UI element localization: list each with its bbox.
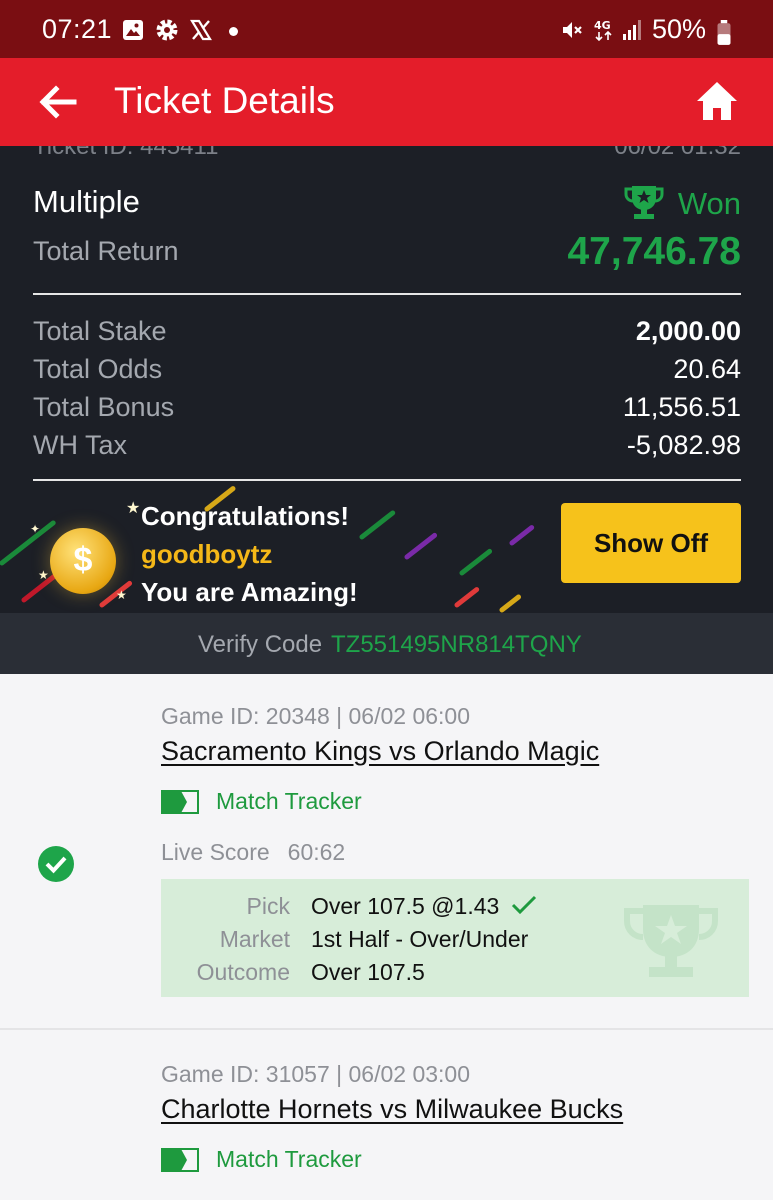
bet-type: Multiple: [33, 184, 140, 219]
verify-code-bar: Verify Code TZ551495NR814TQNY: [0, 613, 773, 674]
pick-value: Over 107.5 @1.43: [311, 893, 537, 920]
match-tracker-icon: [161, 1148, 199, 1172]
verify-label: Verify Code: [198, 631, 323, 658]
confetti-streak: [453, 586, 481, 609]
confetti-streak: [508, 524, 536, 547]
total-return-label: Total Return: [33, 236, 179, 266]
pick-row: Pick Over 107.5 @1.43: [161, 893, 749, 923]
signal-icon: [623, 20, 641, 40]
congrats-banner: ★ ✦ ★ ★ $ Congratulations! goodboytz You…: [0, 484, 773, 613]
ticket-id: Ticket ID: 445411: [33, 146, 219, 160]
selection-card: Game ID: 20348 | 06/02 06:00 Sacramento …: [0, 674, 773, 1030]
divider: [33, 293, 741, 295]
total-odds-row: Total Odds 20.64: [33, 354, 741, 388]
outcome-label: Outcome: [196, 959, 290, 985]
show-off-button[interactable]: Show Off: [561, 503, 741, 583]
ticket-date: 06/02 01:32: [614, 146, 741, 160]
pick-label: Pick: [246, 893, 290, 919]
live-score-value: 60:62: [287, 839, 346, 865]
check-icon: [512, 895, 537, 915]
status-text: Won: [677, 186, 741, 221]
outcome-value: Over 107.5: [311, 959, 425, 985]
match-tracker-link[interactable]: Match Tracker: [161, 1146, 391, 1174]
game-meta: Game ID: 31057 | 06/02 03:00: [161, 1061, 471, 1087]
row-label: Total Bonus: [33, 392, 175, 422]
match-tracker-label: Match Tracker: [216, 788, 362, 814]
check-circle-icon: [38, 846, 74, 882]
sparkle-icon: ★: [116, 588, 127, 602]
row-label: Total Odds: [33, 354, 163, 384]
outcome-row: Outcome Over 107.5: [161, 959, 749, 989]
total-stake-row: Total Stake 2,000.00: [33, 316, 741, 350]
wh-tax-row: WH Tax -5,082.98: [33, 430, 741, 464]
mute-icon: [563, 22, 582, 38]
congrats-title: Congratulations!: [141, 501, 349, 531]
game-meta: Game ID: 20348 | 06/02 06:00: [161, 703, 471, 729]
sparkle-icon: ✦: [30, 522, 41, 536]
coin-symbol: $: [73, 541, 93, 579]
confetti-streak: [498, 593, 523, 613]
ticket-summary: Ticket ID: 445411 06/02 01:32 Multiple W…: [0, 146, 773, 613]
notification-dot: [229, 27, 238, 36]
svg-text:4G: 4G: [594, 19, 611, 32]
status-badge: Won: [624, 184, 741, 222]
confetti-streak: [0, 519, 57, 567]
page-title: Ticket Details: [114, 80, 335, 121]
app-header: Ticket Details: [0, 58, 773, 146]
image-icon: [123, 20, 143, 40]
row-value: 11,556.51: [622, 392, 741, 422]
live-score: Live Score 60:62: [161, 839, 345, 866]
status-bar: 07:21 4G 50%: [0, 0, 773, 58]
row-value: 20.64: [673, 354, 741, 384]
divider: [33, 479, 741, 481]
match-tracker-icon: [161, 790, 199, 814]
total-bonus-row: Total Bonus 11,556.51: [33, 392, 741, 426]
row-value: -5,082.98: [626, 430, 741, 460]
total-return-value: 47,746.78: [567, 230, 741, 273]
gear-icon: [156, 19, 178, 41]
selection-card: Game ID: 31057 | 06/02 03:00 Charlotte H…: [0, 1032, 773, 1200]
row-label: WH Tax: [33, 430, 128, 460]
pick-text: Over 107.5 @1.43: [311, 893, 500, 919]
market-label: Market: [219, 926, 290, 952]
row-label: Total Stake: [33, 316, 167, 346]
live-score-label: Live Score: [161, 839, 270, 865]
row-value: 2,000.00: [635, 316, 741, 346]
confetti-streak: [403, 531, 439, 561]
status-time: 07:21: [42, 14, 113, 44]
confetti-streak: [458, 547, 494, 577]
coin-icon: $: [50, 528, 116, 594]
x-logo-icon: [190, 19, 212, 41]
market-value: 1st Half - Over/Under: [311, 926, 529, 952]
4g-icon: 4G: [594, 19, 612, 42]
match-tracker-label: Match Tracker: [216, 1146, 362, 1172]
market-row: Market 1st Half - Over/Under: [161, 926, 749, 956]
congrats-username: goodboytz: [141, 539, 273, 569]
confetti-streak: [358, 509, 397, 541]
pick-box: Pick Over 107.5 @1.43 Market 1st Half - …: [161, 879, 749, 997]
match-title[interactable]: Charlotte Hornets vs Milwaukee Bucks: [161, 1094, 623, 1125]
match-tracker-link[interactable]: Match Tracker: [161, 788, 391, 816]
congrats-message: You are Amazing!: [141, 577, 358, 607]
battery-icon: [717, 20, 731, 45]
arrow-left-icon[interactable]: [38, 82, 78, 122]
match-title[interactable]: Sacramento Kings vs Orlando Magic: [161, 736, 599, 767]
verify-code[interactable]: TZ551495NR814TQNY: [331, 631, 582, 659]
sparkle-icon: ★: [126, 500, 141, 517]
ticket-meta: Ticket ID: 445411 06/02 01:32: [33, 146, 741, 160]
sparkle-icon: ★: [38, 568, 49, 582]
battery-percent: 50%: [652, 14, 707, 44]
trophy-icon: [624, 186, 664, 219]
home-icon[interactable]: [695, 80, 739, 122]
